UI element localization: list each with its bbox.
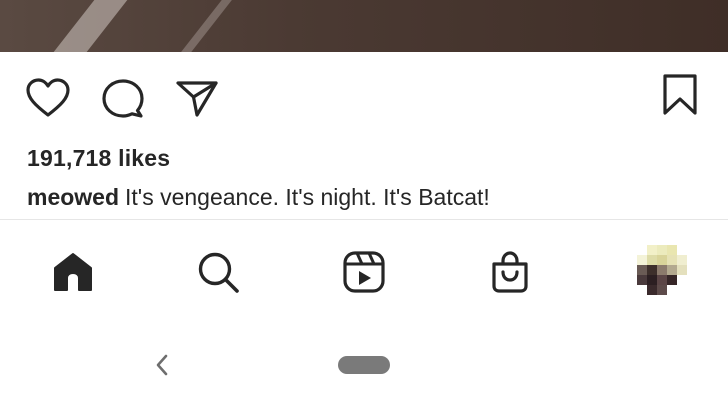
comment-button[interactable] — [100, 76, 146, 120]
nav-home[interactable] — [49, 248, 97, 296]
send-icon — [176, 81, 218, 117]
home-icon — [54, 253, 92, 291]
nav-reels[interactable] — [340, 248, 388, 296]
bottom-nav — [0, 220, 728, 320]
reels-icon — [343, 251, 385, 293]
like-button[interactable] — [24, 76, 72, 120]
save-button[interactable] — [658, 72, 702, 118]
post-image[interactable] — [0, 0, 728, 52]
search-icon — [198, 252, 239, 293]
system-nav-bar — [0, 330, 728, 409]
image-highlight — [49, 0, 157, 52]
nav-shop[interactable] — [486, 248, 534, 296]
profile-avatar — [637, 245, 687, 295]
nav-profile[interactable] — [634, 242, 690, 298]
heart-icon — [26, 78, 70, 117]
caption-username[interactable]: meowed — [27, 184, 119, 210]
share-button[interactable] — [174, 76, 220, 120]
comment-icon — [102, 79, 144, 118]
caption-text: It's vengeance. It's night. It's Batcat! — [125, 184, 490, 210]
home-pill[interactable] — [338, 356, 390, 374]
shop-icon — [492, 251, 528, 293]
post-caption: meowed It's vengeance. It's night. It's B… — [27, 184, 490, 211]
nav-search[interactable] — [194, 248, 242, 296]
image-highlight — [178, 0, 260, 52]
likes-count[interactable]: 191,718 likes — [27, 145, 170, 172]
back-button[interactable] — [150, 350, 174, 380]
bookmark-icon — [663, 74, 697, 115]
back-chevron-icon — [156, 354, 168, 376]
